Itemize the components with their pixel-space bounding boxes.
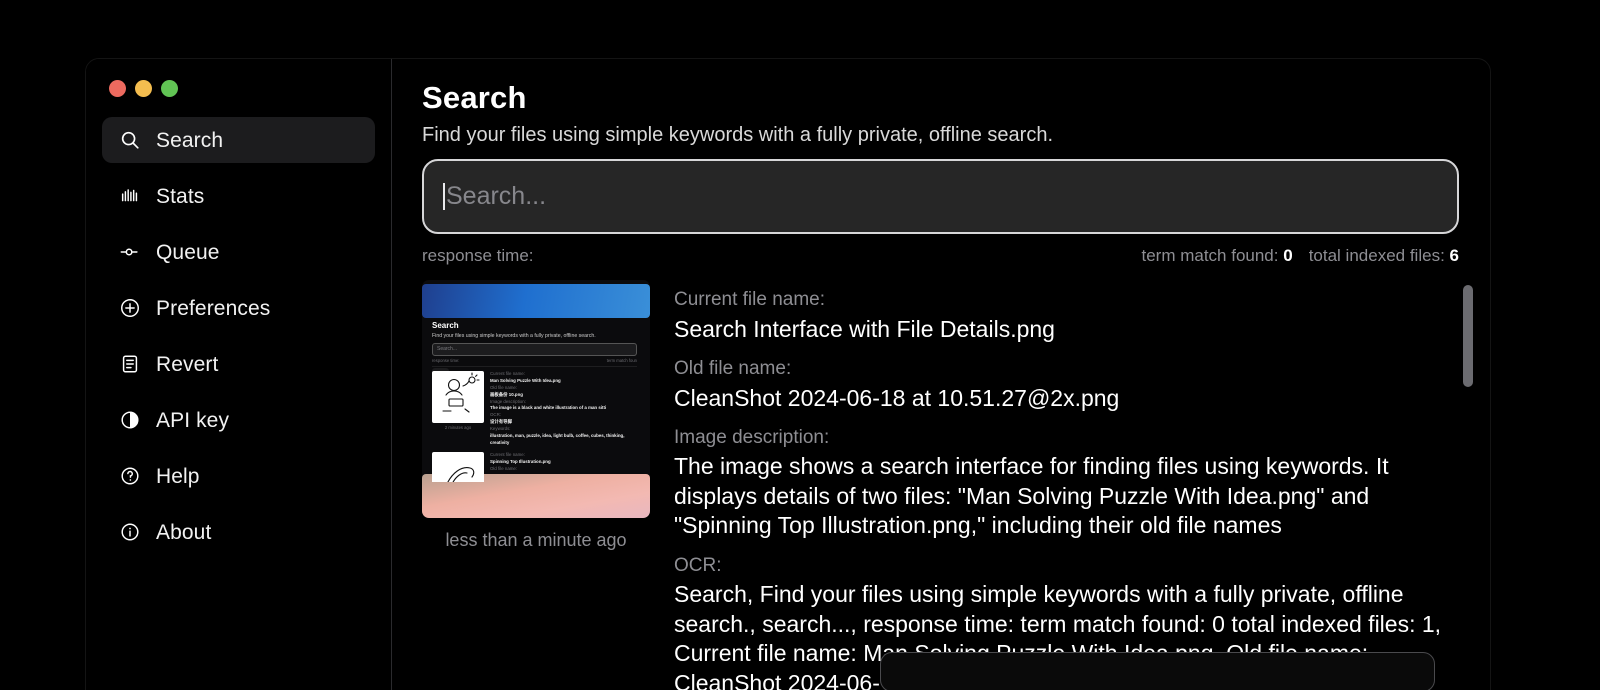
sidebar-item-label: Stats (156, 184, 205, 208)
main-content: Search Find your files using simple keyw… (392, 59, 1490, 690)
sidebar-item-label: Search (156, 128, 224, 152)
half-circle-icon (118, 408, 142, 432)
thumbnail-title: Search (432, 321, 459, 331)
page-subtitle: Find your files using simple keywords wi… (422, 124, 1054, 147)
field-value: Search Interface with File Details.png (674, 315, 1055, 342)
result-details: Current file name: Search Interface with… (674, 280, 1467, 690)
results-list: Search Find your files using simple keyw… (422, 280, 1473, 690)
window-traffic-lights (102, 59, 375, 103)
thumbnail-search-bar: Search... (432, 343, 637, 357)
search-field-wrapper (422, 159, 1459, 235)
plus-circle-icon (118, 296, 142, 320)
term-match-found: term match found: 0 (1141, 246, 1292, 266)
sidebar-item-label: Preferences (156, 296, 271, 320)
thumbnail-status-left: response time: (432, 358, 460, 364)
match-counters: term match found: 0 total indexed files:… (1141, 246, 1459, 266)
sidebar-item-about[interactable]: About (102, 509, 375, 555)
thumbnail-old-value: 画板备份 10.png (490, 391, 523, 397)
thumbnail-result-meta: Current file name: Spinning Top Illustra… (490, 452, 637, 482)
thumbnail-subtitle: Find your files using simple keywords wi… (432, 332, 596, 339)
bottom-floating-panel[interactable] (880, 652, 1435, 690)
field-label: OCR: (674, 554, 722, 576)
thumbnail-result-row: 2 minutes ago Current file name: Man Sol… (432, 371, 637, 446)
result-thumbnail-column: Search Find your files using simple keyw… (422, 280, 650, 680)
field-current-file-name: Current file name: Search Interface with… (674, 286, 1467, 344)
thumbnail-desc-label: Image description: (490, 398, 526, 404)
field-image-description: Image description: The image shows a sea… (674, 424, 1467, 541)
page-title: Search (422, 80, 527, 115)
sidebar-item-revert[interactable]: Revert (102, 341, 375, 387)
sidebar-item-label: API key (156, 408, 230, 432)
thumbnail-result-row: Current file name: Spinning Top Illustra… (432, 452, 637, 483)
result-thumbnail[interactable]: Search Find your files using simple keyw… (422, 280, 650, 519)
sidebar-item-queue[interactable]: Queue (102, 229, 375, 275)
results-scrollbar[interactable] (1461, 280, 1475, 680)
sidebar-item-label: Revert (156, 352, 219, 376)
total-indexed-value: 6 (1449, 246, 1459, 266)
search-icon (118, 128, 142, 152)
term-match-label: term match found: (1141, 246, 1279, 266)
document-icon (118, 352, 142, 376)
scrollbar-thumb[interactable] (1463, 285, 1473, 388)
field-label: Image description: (674, 426, 830, 448)
sidebar-item-api-key[interactable]: API key (102, 397, 375, 443)
sidebar-item-search[interactable]: Search (102, 117, 375, 163)
thumbnail-keywords-label: Keywords: (490, 425, 511, 431)
thumbnail-top-gradient (422, 284, 650, 319)
thumbnail-current-label: Current file name: (490, 371, 525, 377)
sidebar-item-help[interactable]: Help (102, 453, 375, 499)
total-indexed-label: total indexed files: (1308, 246, 1445, 266)
sidebar-item-label: Help (156, 464, 200, 488)
desktop-background: Search Stats Queue Preferences Revert AP… (0, 0, 1600, 690)
question-circle-icon (118, 464, 142, 488)
field-value: CleanShot 2024-06-18 at 10.51.27@2x.png (674, 384, 1120, 411)
field-label: Old file name: (674, 358, 792, 380)
sidebar-item-label: Queue (156, 240, 220, 264)
thumbnail-old-label: Old file name: (490, 466, 518, 472)
thumbnail-result-ago: 2 minutes ago (444, 425, 472, 431)
sidebar-item-stats[interactable]: Stats (102, 173, 375, 219)
search-box[interactable] (422, 159, 1459, 235)
thumbnail-desc-value: The image is a black and white illustrat… (490, 405, 607, 411)
sidebar-item-preferences[interactable]: Preferences (102, 285, 375, 331)
thumbnail-ocr-value: 设计有导脚 (490, 419, 512, 425)
app-window: Search Stats Queue Preferences Revert AP… (85, 58, 1491, 690)
info-circle-icon (118, 520, 142, 544)
thumbnail-preview-content: Search Find your files using simple keyw… (432, 320, 650, 483)
zoom-button[interactable] (161, 79, 178, 97)
thumbnail-result-image (432, 452, 484, 483)
thumbnail-status-right: term match foun (606, 358, 637, 364)
thumbnail-keywords-value: illustration, man, puzzle, idea, light b… (490, 432, 625, 445)
thumbnail-result-meta: Current file name: Man Solving Puzzle Wi… (490, 371, 637, 446)
response-time-label: response time: (422, 246, 534, 266)
sidebar: Search Stats Queue Preferences Revert AP… (86, 59, 392, 690)
field-value: The image shows a search interface for f… (674, 453, 1389, 539)
thumbnail-ocr-label: OCR: (490, 412, 501, 418)
search-input[interactable] (446, 182, 1438, 212)
text-caret (443, 183, 445, 211)
total-indexed-files: total indexed files: 6 (1309, 246, 1459, 266)
term-match-value: 0 (1283, 246, 1293, 266)
thumbnail-current-label: Current file name: (490, 452, 525, 458)
response-time-status: response time: (422, 246, 534, 266)
sidebar-nav: Search Stats Queue Preferences Revert AP… (102, 117, 375, 555)
thumbnail-current-value: Spinning Top Illustration.png (490, 459, 551, 465)
queue-node-icon (118, 240, 142, 264)
thumbnail-current-value: Man Solving Puzzle With Idea.png (490, 378, 561, 384)
sidebar-item-label: About (156, 520, 212, 544)
bar-chart-icon (118, 184, 142, 208)
thumbnail-result-image (432, 371, 484, 424)
result-timestamp: less than a minute ago (445, 530, 627, 551)
thumbnail-status-line: response time: term match foun (432, 358, 637, 368)
field-label: Current file name: (674, 289, 826, 311)
field-old-file-name: Old file name: CleanShot 2024-06-18 at 1… (674, 355, 1467, 413)
close-button[interactable] (109, 79, 126, 97)
thumbnail-old-label: Old file name: (490, 384, 518, 390)
status-row: response time: term match found: 0 total… (422, 246, 1459, 266)
minimize-button[interactable] (135, 79, 152, 97)
